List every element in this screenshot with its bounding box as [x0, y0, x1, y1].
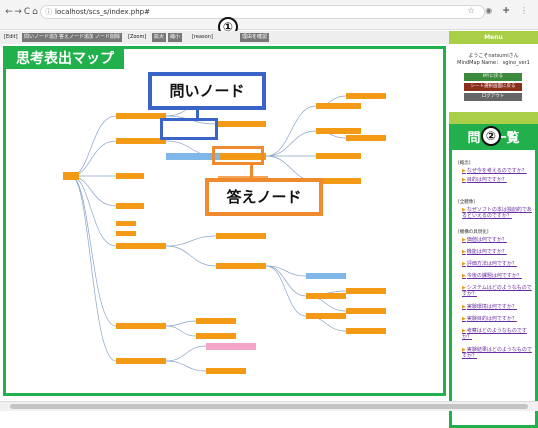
section-label: [機構の具現化]: [458, 230, 489, 235]
arrow-icon: ▶: [462, 261, 466, 267]
edit-label: [Edit]: [4, 34, 18, 40]
add-question-node-button[interactable]: 問いノード追加: [22, 33, 62, 42]
marker-two: ②: [481, 126, 501, 146]
menu-header: Menu: [449, 31, 538, 44]
mindmap-name: MindMap Name： sgino_ver1: [457, 60, 530, 66]
question-item[interactable]: ▶評価方法は何ですか？: [462, 261, 532, 267]
back-to-sheet-select-button[interactable]: シート選択画面に戻る: [464, 83, 522, 91]
question-item[interactable]: ▶価値は何ですか？: [462, 237, 532, 243]
arrow-icon: ▶: [462, 237, 466, 243]
zoom-label: [Zoom]: [128, 34, 147, 40]
question-item[interactable]: ▶実験結果はどのようなものですか？: [462, 347, 532, 359]
question-item[interactable]: ▶なぜソフトの本は独創的であるといえるのですか？: [462, 207, 532, 219]
question-item[interactable]: ▶実験目的は何ですか？: [462, 316, 532, 322]
delete-node-button[interactable]: ノード削除: [93, 33, 123, 42]
browser-chrome: ← → C ⌂ ⓘ localhost/scs_s/index.php# ☆ ◉…: [0, 0, 538, 30]
question-item[interactable]: ▶実験環境は何ですか？: [462, 304, 532, 310]
answer-node-callout: 答えノード: [205, 178, 323, 216]
section-label: [全體像]: [458, 200, 476, 205]
check-reason-button[interactable]: 理由を確認: [240, 33, 270, 42]
question-node-callout: 問いノード: [148, 72, 266, 110]
question-item[interactable]: ▶なぜ今を考えるのですか？: [462, 168, 532, 174]
map-title: 思考表出マップ: [6, 49, 124, 69]
answer-node-connector: [250, 164, 253, 179]
question-item[interactable]: ▶今後の課題は何ですか？: [462, 273, 532, 279]
arrow-icon: ▶: [462, 304, 466, 310]
section-label: [概念]: [458, 161, 471, 166]
question-list-panel: 問い一覧 [概念] ▶なぜ今を考えるのですか？ ▶目的は何ですか？ [全體像] …: [449, 124, 538, 428]
horizontal-scrollbar[interactable]: [0, 401, 538, 411]
zoom-in-button[interactable]: 拡大: [152, 33, 167, 42]
question-item[interactable]: ▶機能は何ですか？: [462, 249, 532, 255]
arrow-icon: ▶: [462, 249, 466, 255]
mind-map-canvas[interactable]: [61, 76, 391, 381]
logout-button[interactable]: ログアウト: [464, 93, 522, 101]
question-item[interactable]: ▶目的は何ですか？: [462, 177, 532, 183]
toolbar: [Edit] 問いノード追加 答えノード追加 ノード削除 [Zoom] 拡大 縮…: [0, 31, 450, 44]
question-item[interactable]: ▶考察はどのようなものですか？: [462, 328, 532, 340]
info-icon[interactable]: ⓘ: [45, 6, 52, 18]
arrow-icon: ▶: [462, 168, 466, 174]
greeting-text: ようこそnatsumiさん: [468, 53, 519, 59]
sidebar: Menu ようこそnatsumiさん MindMap Name： sgino_v…: [449, 31, 538, 428]
home-icon[interactable]: ⌂: [30, 7, 40, 17]
question-node-highlight: [160, 118, 218, 140]
arrow-icon: ▶: [462, 316, 466, 322]
zoom-out-button[interactable]: 縮小: [168, 33, 183, 42]
arrow-icon: ▶: [462, 273, 466, 279]
address-bar[interactable]: ⓘ localhost/scs_s/index.php#: [40, 5, 485, 19]
answer-node-highlight: [212, 146, 264, 165]
reason-label: [reason]: [192, 34, 213, 40]
arrow-icon: ▶: [462, 177, 466, 183]
browser-extension-icons[interactable]: ☆ ◉ ✚ ⋮: [468, 6, 532, 15]
greeting-block: ようこそnatsumiさん MindMap Name： sgino_ver1: [449, 53, 538, 67]
add-answer-node-button[interactable]: 答えノード追加: [57, 33, 97, 42]
scrollbar-thumb[interactable]: [10, 404, 528, 409]
question-node-connector: [196, 110, 199, 119]
question-item[interactable]: ▶システムはどのようなものですか？: [462, 285, 532, 297]
url-text: localhost/scs_s/index.php#: [55, 8, 150, 16]
sidebar-divider: [449, 112, 538, 124]
back-to-my-button[interactable]: MYに戻る: [464, 73, 522, 81]
